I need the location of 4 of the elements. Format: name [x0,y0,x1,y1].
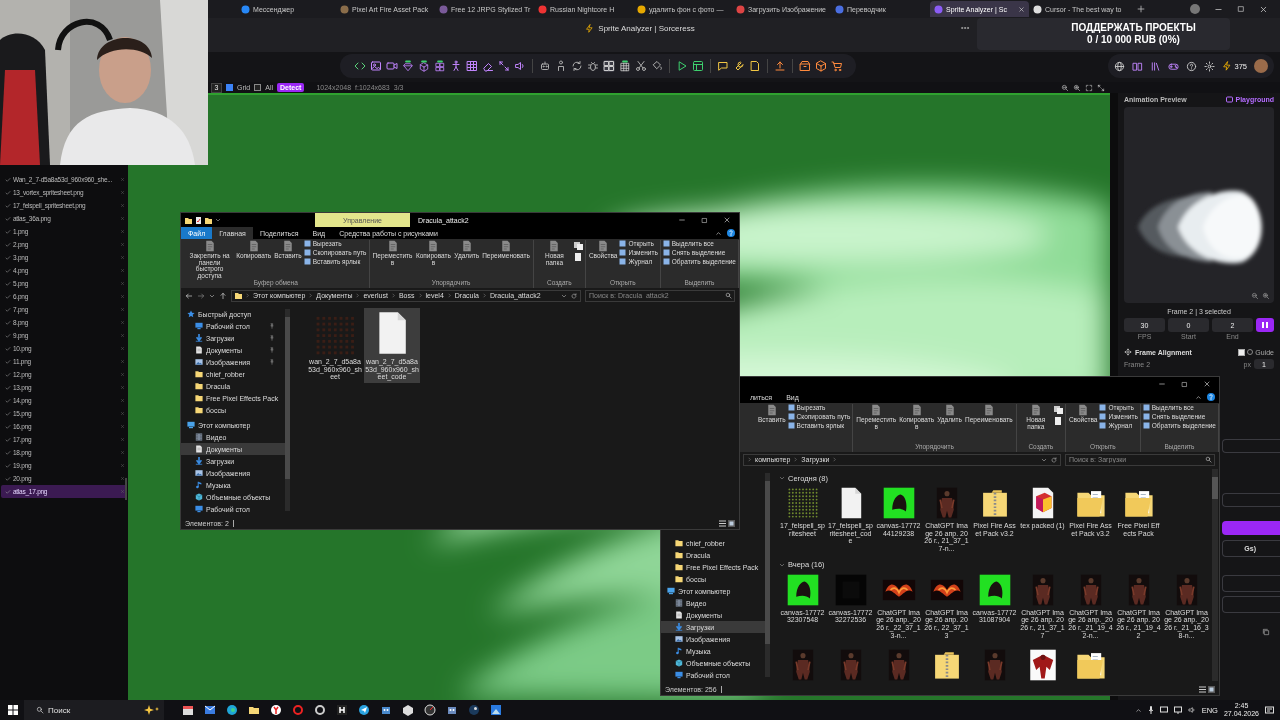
funding-total: 0 / 10 000 RUB (0%) [1087,34,1180,46]
page-title: Sprite Analyzer | Sorceress [598,23,695,33]
search-field[interactable]: Поиск [24,700,164,720]
banner-title: ПОДДЕРЖАТЬ ПРОЕКТЫ [1071,22,1196,34]
